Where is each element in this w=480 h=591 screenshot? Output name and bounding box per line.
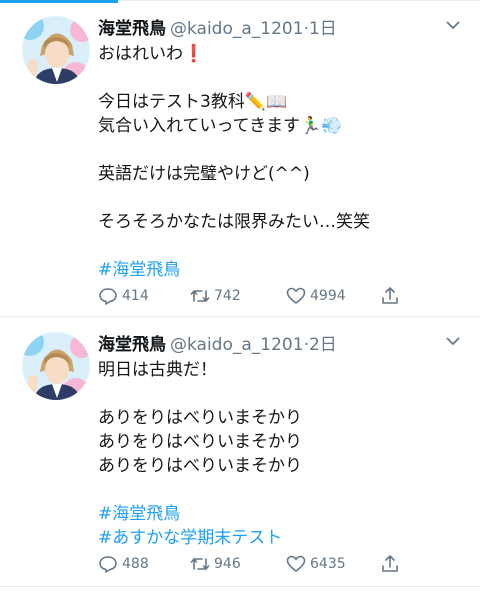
tweet-line: そろそろかなたは限界みたい…笑笑 [98,212,370,232]
tweet-line [98,138,470,162]
tweet[interactable]: 海堂飛鳥 @kaido_a_1201·2日 明日は古典だ！ ありをりはべりいまそか… [0,318,480,587]
avatar[interactable] [22,332,90,400]
chevron-down-icon[interactable] [446,20,460,30]
tweet-line: 気合い入れていってきます🏃‍♂️💨 [98,116,343,136]
user-handle[interactable]: @kaido_a_1201 [170,335,304,355]
timestamp[interactable]: 1日 [309,19,337,39]
retweet-count: 946 [214,556,241,572]
avatar[interactable] [22,16,90,84]
reply-count: 414 [122,288,149,304]
tweet-text: おはれいわ❗ 今日はテスト3教科✏️📖 気合い入れていってきます🏃‍♂️💨 英語… [98,42,470,282]
share-button[interactable] [380,552,400,576]
tweet-line: ありをりはべりいまそかり [98,432,302,452]
tweet-line [98,382,470,406]
retweet-count: 742 [214,288,241,304]
heart-icon [286,555,306,572]
tweet-line [98,186,470,210]
tweet-line [98,478,470,502]
display-name[interactable]: 海堂飛鳥 [98,335,166,355]
tweet-line: ありをりはべりいまそかり [98,408,302,428]
tweet-header: 海堂飛鳥 @kaido_a_1201·2日 [98,330,480,356]
tweet-line: 今日はテスト3教科✏️📖 [98,92,288,112]
reply-button[interactable]: 488 [98,552,149,576]
reply-count: 488 [122,556,149,572]
reply-icon [99,556,117,573]
retweet-icon [190,558,210,570]
chevron-down-icon[interactable] [446,336,460,346]
hashtag-link[interactable]: #海堂飛鳥 [98,502,470,526]
tweet-header: 海堂飛鳥 @kaido_a_1201·1日 [98,14,480,40]
like-button[interactable]: 6435 [286,552,346,576]
display-name[interactable]: 海堂飛鳥 [98,19,166,39]
timestamp[interactable]: 2日 [309,335,337,355]
share-icon [382,555,398,572]
tweet-line: 明日は古典だ！ [98,360,217,380]
hashtag-link[interactable]: #海堂飛鳥 [98,258,470,282]
reply-button[interactable]: 414 [98,284,149,308]
retweet-button[interactable]: 946 [190,552,241,576]
tweet-text: 明日は古典だ！ ありをりはべりいまそかり ありをりはべりいまそかり ありをりはべ… [98,358,470,550]
user-handle[interactable]: @kaido_a_1201 [170,19,304,39]
tweet-line: おはれいわ❗ [98,44,205,64]
tweet-line: 英語だけは完璧やけど(^^) [98,164,310,184]
tweet[interactable]: 海堂飛鳥 @kaido_a_1201·1日 おはれいわ❗ 今日はテスト3教科✏️📖… [0,2,480,317]
top-divider [0,0,480,3]
tweet-line: ありをりはべりいまそかり [98,456,302,476]
like-count: 6435 [310,556,346,572]
like-count: 4994 [310,288,346,304]
retweet-icon [190,290,210,302]
heart-icon [286,287,306,304]
tweet-actions: 488 946 6435 [98,552,480,576]
tweet-line [98,234,470,258]
tweet-line [98,66,470,90]
hashtag-link[interactable]: #あすかな学期末テスト [98,526,470,550]
retweet-button[interactable]: 742 [190,284,241,308]
share-icon [382,287,398,304]
tweet-actions: 414 742 4994 [98,284,480,308]
reply-icon [99,288,117,305]
share-button[interactable] [380,284,400,308]
like-button[interactable]: 4994 [286,284,346,308]
